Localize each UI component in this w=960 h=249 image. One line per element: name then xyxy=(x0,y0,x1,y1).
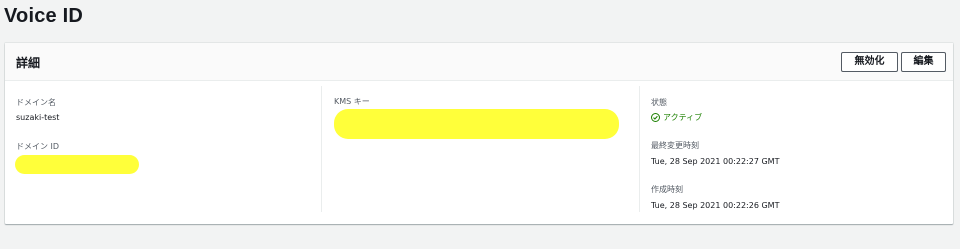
status-label: 状態 xyxy=(651,98,667,107)
status-text: アクティブ xyxy=(663,113,703,122)
domain-id-redaction xyxy=(15,155,139,174)
domain-id-label: ドメイン ID xyxy=(16,142,60,151)
details-panel-title: 詳細 xyxy=(16,56,41,70)
last-updated-value: Tue, 28 Sep 2021 00:22:27 GMT xyxy=(651,157,780,166)
created-value: Tue, 28 Sep 2021 00:22:26 GMT xyxy=(651,201,780,210)
created-label: 作成時刻 xyxy=(651,185,683,194)
last-updated-label: 最終変更時刻 xyxy=(651,141,699,150)
kms-key-redaction xyxy=(334,109,619,139)
check-circle-icon xyxy=(651,113,660,122)
disable-button[interactable]: 無効化 xyxy=(841,52,898,72)
page-title: Voice ID xyxy=(4,5,84,27)
details-column-kms: KMS キー xyxy=(321,86,640,212)
kms-key-label: KMS キー xyxy=(334,97,370,106)
details-column-domain: ドメイン名 suzaki-test ドメイン ID xyxy=(5,86,321,212)
status-value: アクティブ xyxy=(651,112,702,123)
domain-name-label: ドメイン名 xyxy=(16,98,56,107)
details-panel-header: 詳細 無効化 編集 xyxy=(5,43,953,81)
domain-name-value: suzaki-test xyxy=(16,113,60,122)
edit-button[interactable]: 編集 xyxy=(901,52,946,72)
details-panel: 詳細 無効化 編集 ドメイン名 suzaki-test ドメイン ID KMS … xyxy=(5,43,953,224)
details-column-status: 状態 アクティブ 最終変更時刻 Tue, 28 Sep 2021 00:22:2… xyxy=(639,86,954,212)
